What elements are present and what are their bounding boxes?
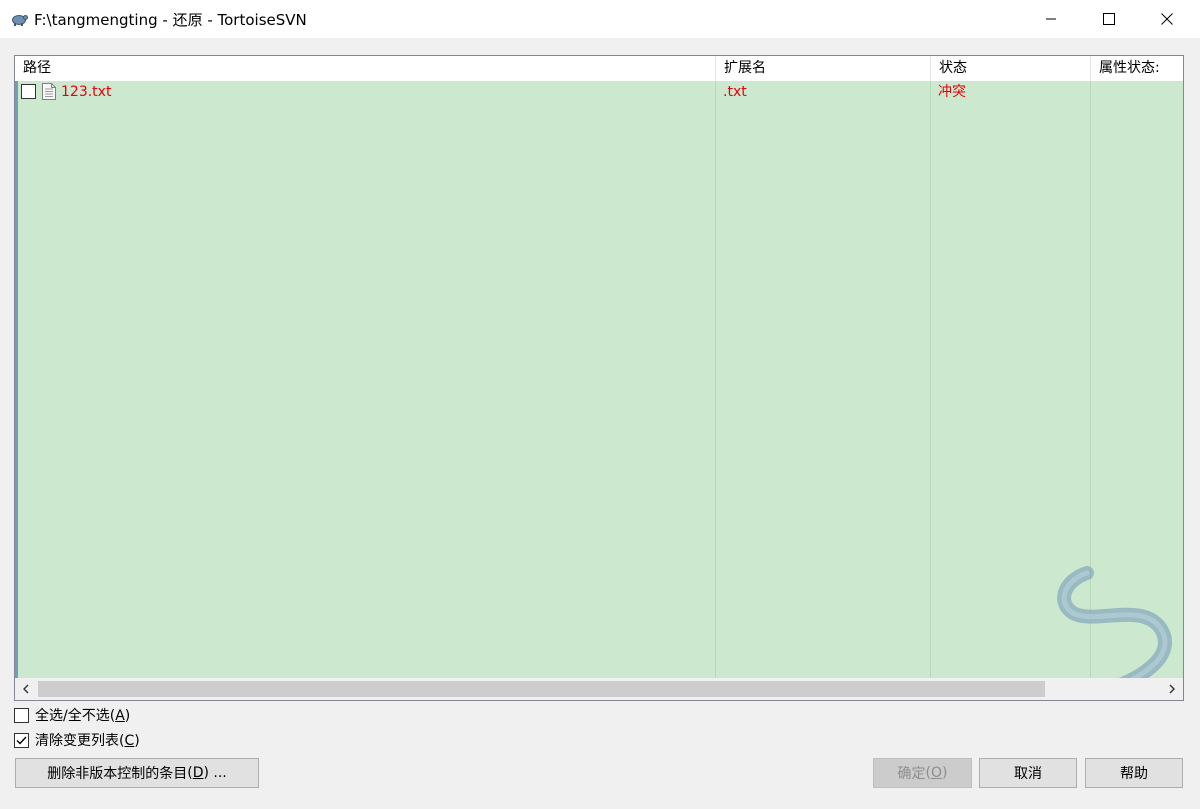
chevron-right-icon [1169, 684, 1175, 694]
maximize-button[interactable] [1080, 0, 1138, 38]
cancel-label: 取消 [1014, 766, 1042, 782]
row-status: 冲突 [938, 84, 966, 100]
scroll-right-button[interactable] [1161, 678, 1183, 700]
delete-unversioned-access-key: D [192, 765, 204, 781]
close-button[interactable] [1138, 0, 1196, 38]
horizontal-scrollbar[interactable] [15, 678, 1183, 700]
column-header-status[interactable]: 状态 [931, 56, 1091, 81]
select-all-label: 全选/全不选 [35, 708, 110, 724]
ok-button[interactable]: 确定(O) [873, 758, 972, 788]
column-divider [930, 81, 931, 678]
cancel-button[interactable]: 取消 [979, 758, 1077, 788]
delete-unversioned-label: 删除非版本控制的条目 [47, 766, 188, 782]
ok-access-key: O [930, 765, 943, 781]
clear-changelist-option[interactable]: 清除变更列表(C) [14, 730, 140, 750]
minimize-button[interactable] [1022, 0, 1080, 38]
list-row[interactable]: 123.txt .txt 冲突 [15, 81, 1183, 103]
list-focus-edge [15, 81, 18, 678]
tortoisesvn-app-icon[interactable] [10, 10, 28, 28]
column-header-path[interactable]: 路径 [15, 56, 716, 81]
row-path: 123.txt [61, 84, 112, 100]
window-title: F:\tangmengting - 还原 - TortoiseSVN [34, 11, 307, 29]
delete-unversioned-suffix: ... [208, 765, 227, 781]
row-extension: .txt [723, 84, 747, 100]
checkmark-icon [16, 736, 27, 745]
select-all-access-key: A [115, 708, 125, 724]
clear-changelist-access-key: C [124, 733, 135, 749]
column-header-extension[interactable]: 扩展名 [716, 56, 931, 81]
file-list[interactable]: 路径 扩展名 状态 属性状态: 123.txt .txt 冲突 [14, 55, 1184, 701]
column-divider [715, 81, 716, 678]
select-all-option[interactable]: 全选/全不选(A) [14, 705, 130, 725]
list-body[interactable]: 123.txt .txt 冲突 [15, 81, 1183, 698]
title-bar: F:\tangmengting - 还原 - TortoiseSVN [0, 0, 1200, 38]
text-file-icon [42, 83, 56, 100]
clear-changelist-label: 清除变更列表 [35, 733, 119, 749]
scroll-thumb[interactable] [38, 681, 1045, 697]
clear-changelist-checkbox[interactable] [14, 732, 29, 748]
ok-label: 确定 [897, 766, 926, 782]
minimize-icon [1046, 18, 1056, 20]
chevron-left-icon [23, 684, 29, 694]
help-label: 帮助 [1120, 766, 1148, 782]
column-header-property-status[interactable]: 属性状态: [1091, 56, 1183, 81]
list-header: 路径 扩展名 状态 属性状态: [15, 56, 1183, 81]
select-all-checkbox[interactable] [14, 707, 29, 723]
row-checkbox[interactable] [21, 84, 36, 99]
close-icon [1161, 13, 1173, 25]
scroll-left-button[interactable] [15, 678, 37, 700]
delete-unversioned-button[interactable]: 删除非版本控制的条目(D) ... [15, 758, 259, 788]
maximize-icon [1103, 13, 1115, 25]
help-button[interactable]: 帮助 [1085, 758, 1183, 788]
